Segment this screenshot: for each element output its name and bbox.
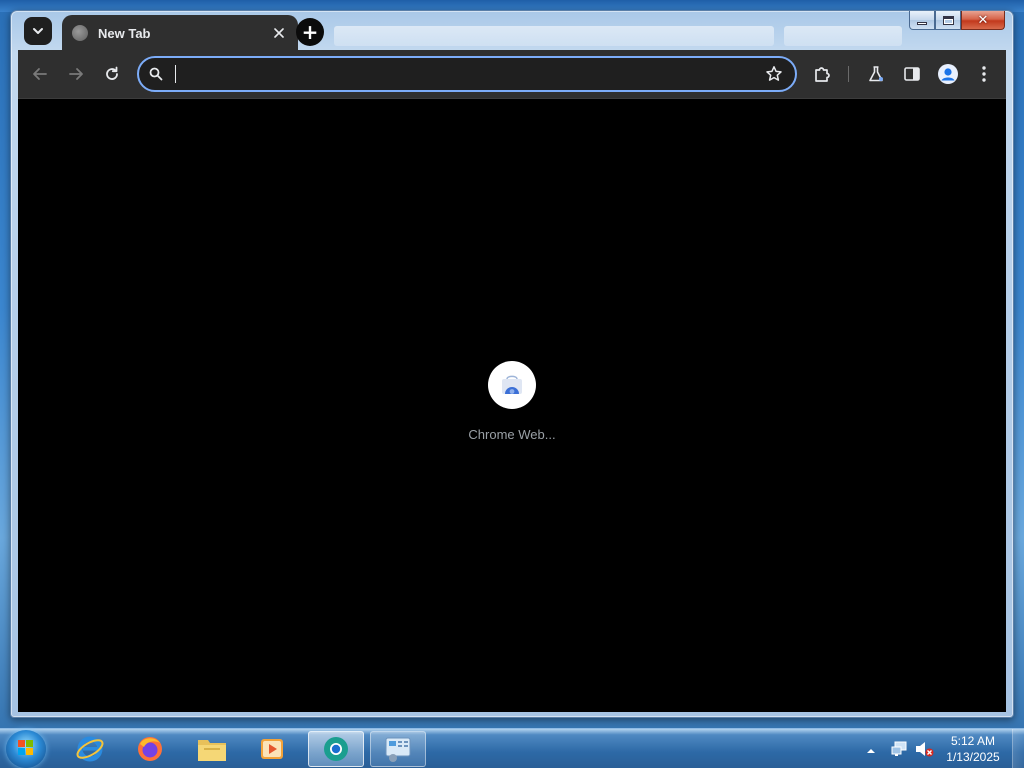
- kebab-menu-icon: [982, 66, 986, 82]
- browser-toolbar: [18, 50, 1006, 98]
- puzzle-icon: [815, 67, 830, 82]
- reload-icon: [106, 66, 118, 80]
- show-desktop-button[interactable]: [1012, 729, 1024, 768]
- chrome-browser: New Tab + Chrome Web...: [18, 12, 1006, 712]
- taskbar-control-panel[interactable]: [370, 731, 426, 767]
- chevron-up-icon: [867, 749, 875, 753]
- reload-button[interactable]: [100, 62, 124, 86]
- forward-button[interactable]: [64, 62, 88, 86]
- clock-date: 1/13/2025: [946, 750, 1000, 764]
- network-icon: [891, 741, 907, 756]
- show-hidden-icons-button[interactable]: [866, 741, 876, 760]
- taskbar-firefox[interactable]: [122, 731, 178, 767]
- tab-strip: New Tab +: [18, 12, 1006, 51]
- tab-title: New Tab: [98, 25, 151, 41]
- extensions-button[interactable]: [810, 62, 834, 86]
- side-panel-button[interactable]: [900, 62, 924, 86]
- arrow-left-icon: [33, 68, 47, 80]
- background-window-titlebar: [784, 26, 902, 46]
- chevron-down-icon: [33, 28, 43, 34]
- new-tab-button[interactable]: +: [296, 18, 324, 46]
- control-panel-icon: [385, 737, 411, 762]
- star-icon: [766, 66, 782, 81]
- taskbar-media-player[interactable]: [244, 731, 300, 767]
- background-window-titlebar: [334, 26, 774, 46]
- bookmark-star-button[interactable]: [765, 65, 783, 87]
- text-caret: [175, 65, 176, 83]
- tab-new-tab[interactable]: New Tab: [62, 15, 298, 51]
- globe-icon: [72, 25, 88, 41]
- avatar-icon: [938, 64, 958, 84]
- shortcut-tile-chrome-web-store[interactable]: Chrome Web...: [458, 361, 566, 461]
- new-tab-page: Chrome Web...: [18, 98, 1006, 712]
- arrow-right-icon: [69, 68, 83, 80]
- tab-close-button[interactable]: [270, 24, 288, 42]
- chrome-icon: [324, 737, 348, 761]
- chrome-labs-button[interactable]: [864, 62, 888, 86]
- taskbar-file-explorer[interactable]: [184, 731, 240, 767]
- volume-tray-icon[interactable]: [914, 740, 934, 762]
- system-clock[interactable]: 5:12 AM 1/13/2025: [942, 733, 1004, 765]
- network-tray-icon[interactable]: [890, 740, 908, 762]
- taskbar: 5:12 AM 1/13/2025: [0, 728, 1024, 768]
- flask-icon: [869, 66, 883, 82]
- windows-logo-icon: [18, 740, 34, 756]
- search-icon: [149, 67, 163, 81]
- folder-icon: [198, 740, 226, 761]
- taskbar-internet-explorer[interactable]: [62, 731, 118, 767]
- menu-button[interactable]: [972, 62, 996, 86]
- address-bar[interactable]: [137, 56, 797, 92]
- shortcut-label: Chrome Web...: [468, 427, 556, 442]
- internet-explorer-icon: [76, 736, 104, 762]
- start-button[interactable]: [6, 730, 46, 768]
- shortcut-icon-circle: [488, 361, 536, 409]
- toolbar-separator: [848, 66, 849, 82]
- firefox-icon: [138, 737, 162, 761]
- taskbar-chrome[interactable]: [308, 731, 364, 767]
- clock-time: 5:12 AM: [950, 734, 996, 748]
- media-player-icon: [261, 739, 283, 759]
- close-icon: [274, 28, 284, 38]
- address-input[interactable]: [179, 64, 739, 84]
- side-panel-icon: [904, 67, 920, 81]
- back-button[interactable]: [28, 62, 52, 86]
- tab-search-button[interactable]: [24, 17, 52, 45]
- speaker-muted-icon: [916, 742, 934, 757]
- chrome-web-store-icon: [502, 375, 522, 394]
- profile-button[interactable]: [936, 62, 960, 86]
